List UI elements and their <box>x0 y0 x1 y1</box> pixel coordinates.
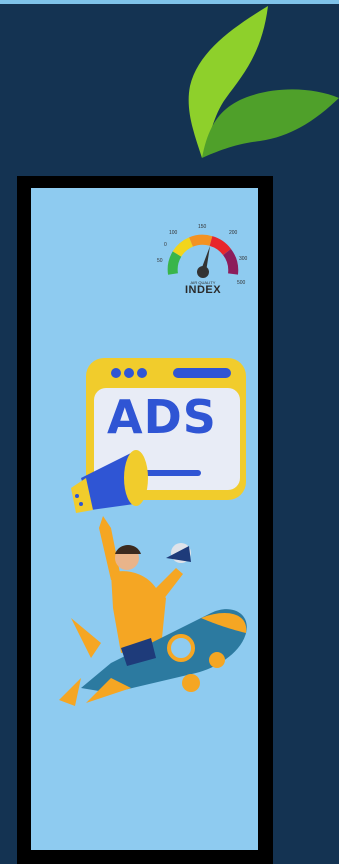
gauge-tick: 300 <box>239 256 248 262</box>
ad-banner[interactable]: 0 50 100 150 200 300 500 AIR QUALITY IND… <box>17 176 273 864</box>
gauge-tick: 100 <box>169 230 178 236</box>
ad-panel[interactable]: 0 50 100 150 200 300 500 AIR QUALITY IND… <box>31 188 258 850</box>
ads-headline: ADS <box>107 390 217 444</box>
gauge-tick: 200 <box>229 230 238 236</box>
gauge-tick: 50 <box>157 258 163 264</box>
top-strip <box>0 0 339 4</box>
gauge-label-main: INDEX <box>184 284 222 296</box>
air-quality-gauge-icon: 0 50 100 150 200 300 500 AIR QUALITY IND… <box>155 218 251 302</box>
ads-illustration: ADS <box>41 348 251 708</box>
leaf-logo-icon <box>180 6 339 164</box>
gauge-tick: 150 <box>198 224 207 230</box>
